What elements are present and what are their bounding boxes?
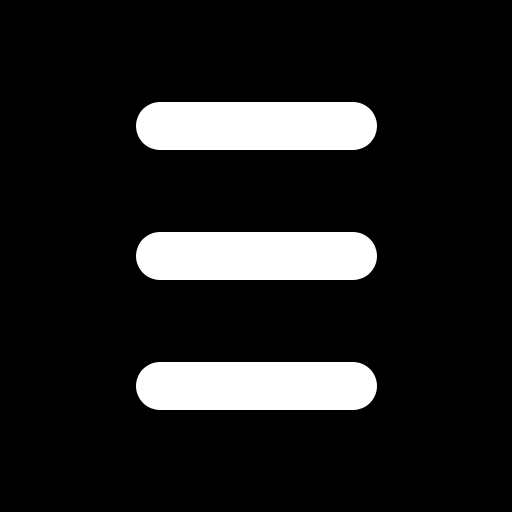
hamburger-menu-icon (136, 102, 377, 410)
menu-line-middle (136, 232, 377, 280)
hamburger-menu-button[interactable] (0, 0, 512, 512)
menu-line-top (136, 102, 377, 150)
menu-icon-canvas (0, 0, 512, 512)
menu-line-bottom (136, 362, 377, 410)
